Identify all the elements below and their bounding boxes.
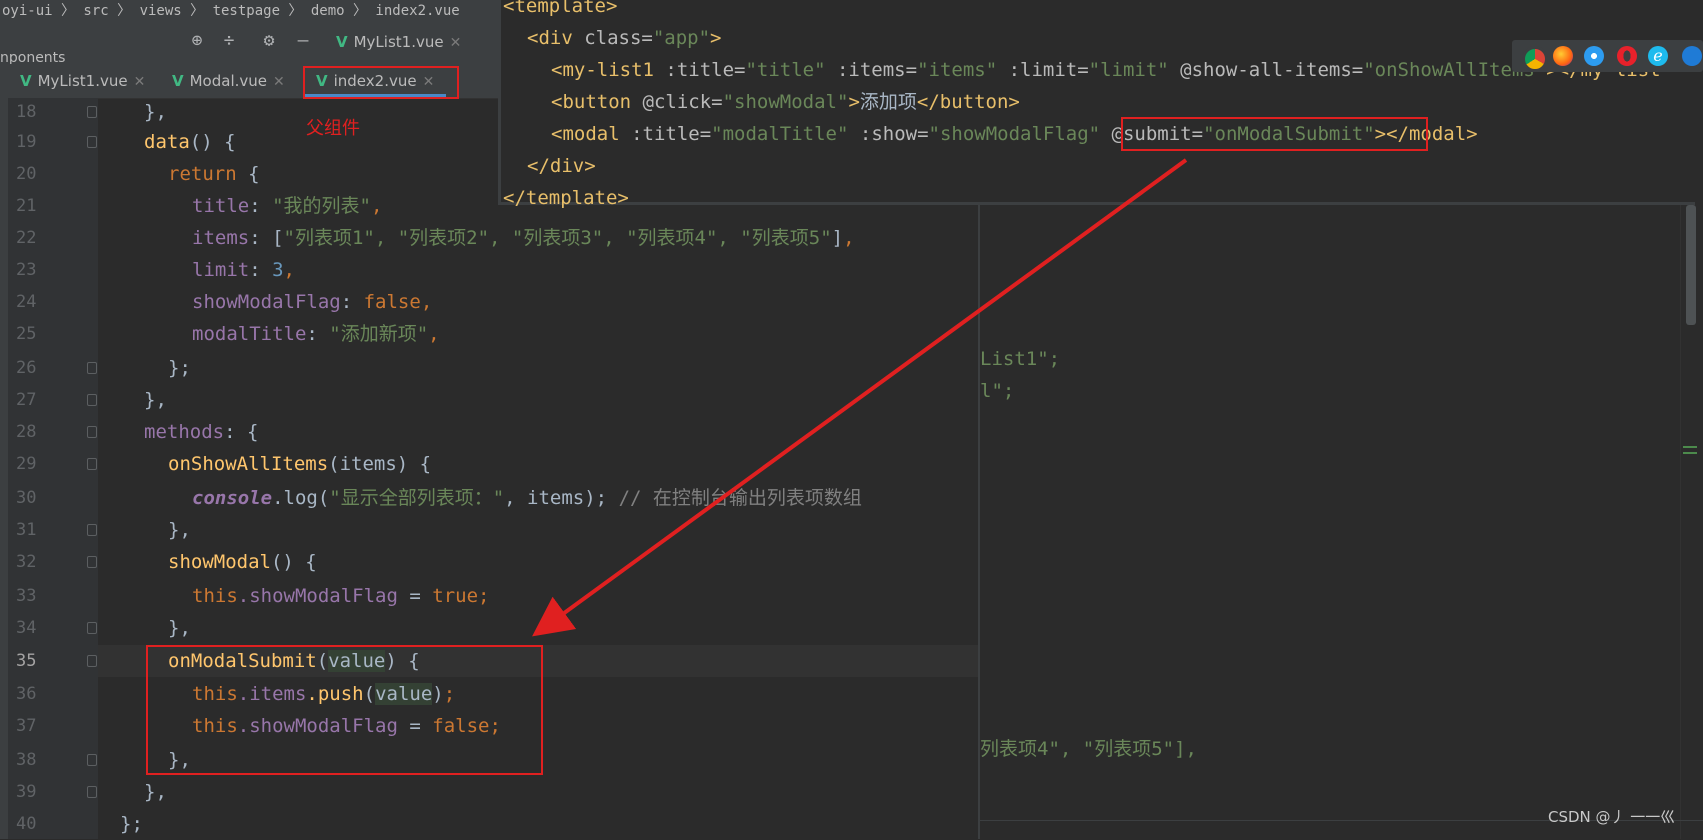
annotation-arrow: [532, 158, 1188, 637]
arrow-line: [532, 158, 1188, 637]
watermark: CSDN @丿 一一巛: [1548, 808, 1676, 826]
